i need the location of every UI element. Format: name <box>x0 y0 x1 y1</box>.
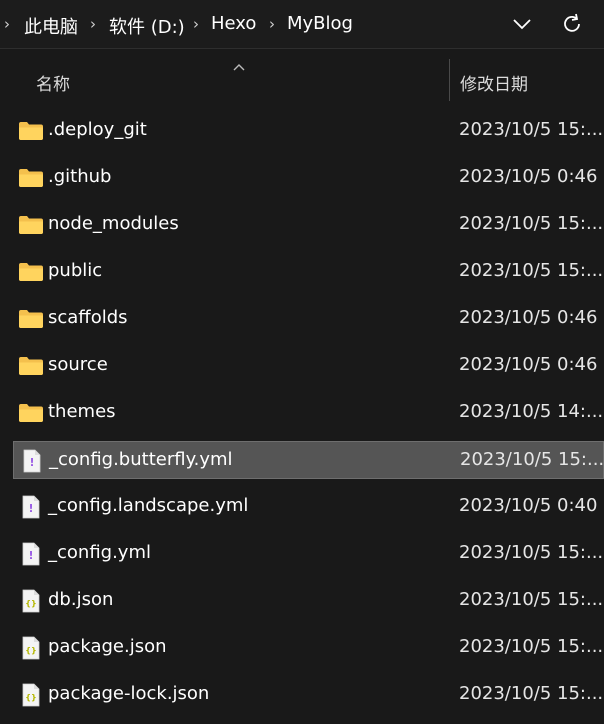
file-name: db.json <box>48 589 114 610</box>
file-row[interactable]: ! _config.yml 2023/10/5 15:... <box>13 535 604 573</box>
file-name: _config.butterfly.yml <box>49 449 233 470</box>
svg-text:{}: {} <box>25 693 36 702</box>
file-row[interactable]: node_modules 2023/10/5 15:... <box>13 206 604 244</box>
file-row[interactable]: .github 2023/10/5 0:46 <box>13 159 604 197</box>
file-name: node_modules <box>48 213 179 234</box>
file-name: package.json <box>48 636 167 657</box>
breadcrumb-myblog[interactable]: MyBlog <box>287 13 353 34</box>
file-name: public <box>48 260 103 281</box>
file-row[interactable]: ! _config.landscape.yml 2023/10/5 0:40 <box>13 488 604 526</box>
chevron-down-icon[interactable] <box>508 10 536 38</box>
sort-ascending-icon <box>232 57 246 76</box>
yml-file-icon: ! <box>19 449 45 473</box>
file-modified-date: 2023/10/5 15:... <box>459 542 604 563</box>
file-modified-date: 2023/10/5 0:40 <box>459 495 598 516</box>
file-row[interactable]: {} package-lock.json 2023/10/5 15:... <box>13 676 604 714</box>
file-row[interactable]: source 2023/10/5 0:46 <box>13 347 604 385</box>
yml-file-icon: ! <box>18 495 44 519</box>
file-row[interactable]: {} package.json 2023/10/5 15:... <box>13 629 604 667</box>
file-modified-date: 2023/10/5 15:... <box>460 449 604 470</box>
breadcrumb-this-pc[interactable]: 此电脑 <box>24 13 78 39</box>
column-date-header[interactable]: 修改日期 <box>460 70 528 95</box>
file-modified-date: 2023/10/5 0:46 <box>459 166 598 187</box>
chevron-right-icon[interactable]: › <box>4 15 10 33</box>
file-name: source <box>48 354 108 375</box>
yml-file-icon: ! <box>18 542 44 566</box>
file-modified-date: 2023/10/5 0:46 <box>459 307 598 328</box>
file-modified-date: 2023/10/5 14:... <box>459 401 604 422</box>
folder-icon <box>18 401 44 425</box>
file-row[interactable]: ! _config.butterfly.yml 2023/10/5 15:... <box>13 441 604 479</box>
file-modified-date: 2023/10/5 15:... <box>459 636 604 657</box>
file-name: themes <box>48 401 116 422</box>
file-modified-date: 2023/10/5 15:... <box>459 260 604 281</box>
svg-text:!: ! <box>29 456 34 469</box>
file-name: .github <box>48 166 112 187</box>
folder-icon <box>18 166 44 190</box>
file-name: scaffolds <box>48 307 128 328</box>
breadcrumb-hexo[interactable]: Hexo <box>211 13 256 34</box>
svg-text:!: ! <box>28 502 33 515</box>
refresh-icon[interactable] <box>558 10 586 38</box>
file-name: _config.landscape.yml <box>48 495 249 516</box>
chevron-right-icon[interactable]: › <box>193 15 199 33</box>
file-row[interactable]: .deploy_git 2023/10/5 15:... <box>13 112 604 150</box>
svg-text:{}: {} <box>25 646 36 655</box>
folder-icon <box>18 307 44 331</box>
file-name: _config.yml <box>48 542 151 563</box>
chevron-right-icon[interactable]: › <box>269 15 275 33</box>
file-name: .deploy_git <box>48 119 147 140</box>
file-modified-date: 2023/10/5 15:... <box>459 683 604 704</box>
folder-icon <box>18 119 44 143</box>
breadcrumb-drive-d[interactable]: 软件 (D:) <box>109 13 185 39</box>
svg-text:!: ! <box>28 549 33 562</box>
file-modified-date: 2023/10/5 0:46 <box>459 354 598 375</box>
json-file-icon: {} <box>18 636 44 660</box>
file-row[interactable]: themes 2023/10/5 14:... <box>13 394 604 432</box>
svg-text:{}: {} <box>25 599 36 608</box>
column-divider[interactable] <box>449 59 450 101</box>
file-modified-date: 2023/10/5 15:... <box>459 119 604 140</box>
file-modified-date: 2023/10/5 15:... <box>459 213 604 234</box>
column-header: 名称 修改日期 <box>0 49 604 105</box>
column-name-header[interactable]: 名称 <box>36 70 70 95</box>
folder-icon <box>18 354 44 378</box>
address-bar[interactable]: › 此电脑 › 软件 (D:) › Hexo › MyBlog <box>0 0 604 49</box>
file-row[interactable]: scaffolds 2023/10/5 0:46 <box>13 300 604 338</box>
json-file-icon: {} <box>18 589 44 613</box>
file-row[interactable]: public 2023/10/5 15:... <box>13 253 604 291</box>
folder-icon <box>18 260 44 284</box>
file-row[interactable]: {} db.json 2023/10/5 15:... <box>13 582 604 620</box>
json-file-icon: {} <box>18 683 44 707</box>
file-name: package-lock.json <box>48 683 210 704</box>
file-modified-date: 2023/10/5 15:... <box>459 589 604 610</box>
chevron-right-icon[interactable]: › <box>90 15 96 33</box>
folder-icon <box>18 213 44 237</box>
